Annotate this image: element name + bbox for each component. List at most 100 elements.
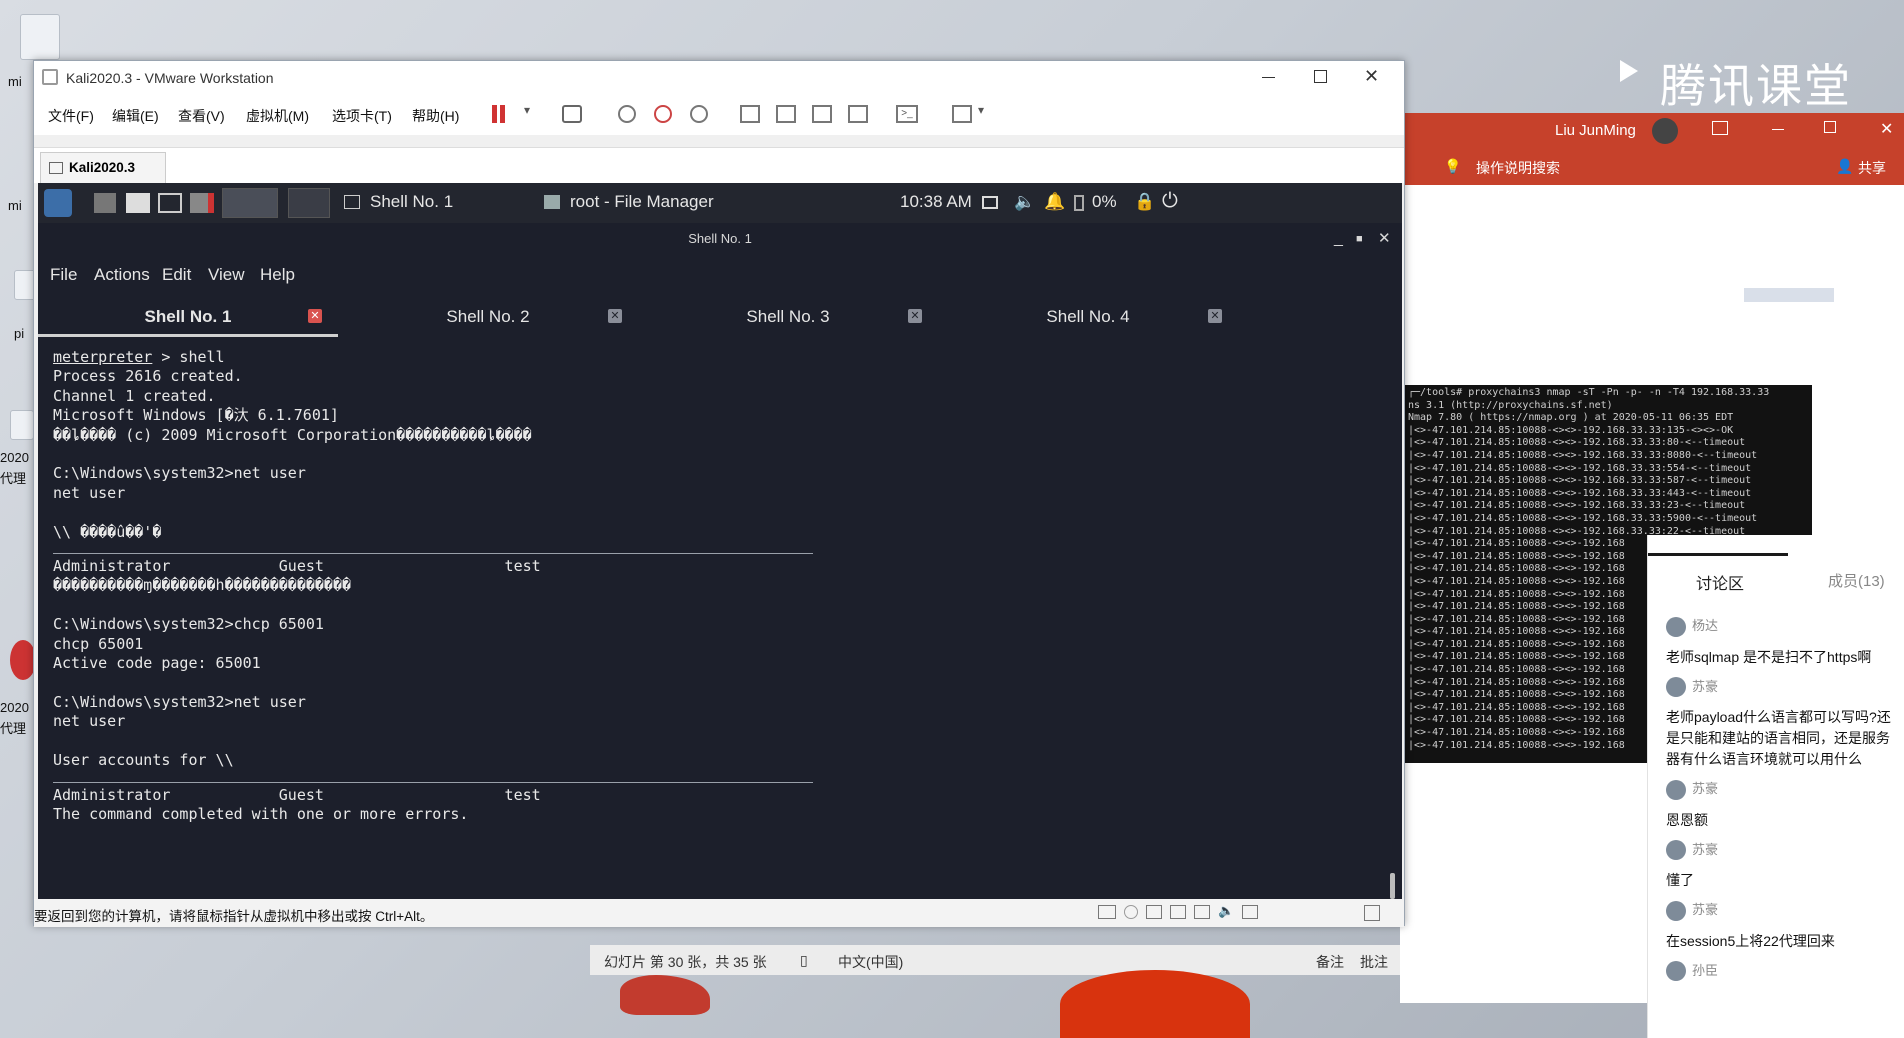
minimize-icon[interactable] <box>1262 77 1275 78</box>
maximize-icon[interactable]: ■ <box>1356 223 1363 255</box>
menu-view[interactable]: View <box>208 265 245 285</box>
hard-disk-icon[interactable] <box>1098 905 1116 919</box>
vm-icon <box>49 162 63 174</box>
vmware-tabbar: Kali2020.3 <box>34 147 1404 184</box>
desktop-file-icon[interactable] <box>20 14 60 60</box>
language-status[interactable]: 中文(中国) <box>838 952 903 972</box>
maximize-icon[interactable] <box>1824 121 1836 133</box>
minimize-icon[interactable] <box>1772 129 1784 130</box>
sidebar-icon[interactable] <box>740 105 760 123</box>
send-keys-icon[interactable] <box>562 105 582 123</box>
notes-toggle-icon[interactable]: ▯ <box>800 952 808 969</box>
tab-shell-4[interactable]: Shell No. 4 <box>938 297 1238 337</box>
thumbnail-icon[interactable] <box>776 105 796 123</box>
message-author: 苏豪 <box>1666 839 1896 861</box>
revert-snapshot-icon[interactable] <box>654 105 672 123</box>
bell-icon[interactable]: 🔔 <box>1044 192 1065 212</box>
close-tab-icon[interactable]: ✕ <box>608 309 622 323</box>
minimize-icon[interactable]: _ <box>1334 223 1343 255</box>
chevron-down-icon[interactable]: ▾ <box>978 103 984 117</box>
lock-icon[interactable]: 🔒 <box>1134 192 1155 212</box>
tab-shell-2[interactable]: Shell No. 2 <box>338 297 638 337</box>
workspace-1-button[interactable] <box>222 188 278 218</box>
ppt-search[interactable]: 操作说明搜索 <box>1476 158 1560 178</box>
menu-tabs[interactable]: 选项卡(T) <box>332 106 392 126</box>
nmap-output-line: |<>-47.101.214.85:10088-<><>-192.168.33.… <box>1408 437 1746 449</box>
notes-button[interactable]: 备注 <box>1316 952 1344 972</box>
terminal-icon[interactable] <box>158 193 182 213</box>
ribbon-display-icon[interactable] <box>1712 121 1728 135</box>
desktop-icon-label: pi <box>14 326 25 341</box>
snapshot-manager-icon[interactable] <box>690 105 708 123</box>
nmap-output-line: |<>-47.101.214.85:10088-<><>-192.168.33.… <box>1408 512 1758 524</box>
taskbar-file-manager[interactable]: root - File Manager <box>570 192 714 212</box>
power-icon[interactable]: ⏻ <box>1162 190 1178 213</box>
message-author: 孙臣 <box>1666 960 1896 982</box>
unity-icon[interactable] <box>848 105 868 123</box>
snapshot-icon[interactable] <box>618 105 636 123</box>
close-tab-icon[interactable]: ✕ <box>308 309 322 323</box>
desktop-icon-label: mi <box>8 198 22 213</box>
maximize-icon[interactable] <box>1314 70 1327 83</box>
battery-icon[interactable] <box>1074 195 1084 211</box>
sound-icon[interactable]: 🔈 <box>1218 903 1234 919</box>
list-item: 苏豪 老师payload什么语言都可以写吗?还是只能和建站的语言相同，还是服务器有… <box>1666 676 1896 771</box>
usb-icon[interactable] <box>1194 905 1210 919</box>
console-icon[interactable]: >_ <box>896 105 918 123</box>
browser-icon[interactable] <box>190 193 214 213</box>
avatar[interactable] <box>1652 118 1678 144</box>
close-icon[interactable]: ✕ <box>1364 66 1379 87</box>
tab-shell-3[interactable]: Shell No. 3 <box>638 297 938 337</box>
user-list: Administrator Guest test <box>53 557 541 576</box>
workspace-2-button[interactable] <box>288 188 330 218</box>
printer-icon[interactable] <box>1242 905 1258 919</box>
tab-members[interactable]: 成员(13) <box>1828 570 1885 591</box>
clock[interactable]: 10:38 AM <box>900 192 972 212</box>
menu-file[interactable]: File <box>50 265 77 285</box>
stretch-icon[interactable] <box>952 105 972 123</box>
menu-actions[interactable]: Actions <box>94 265 150 285</box>
tab-kali[interactable]: Kali2020.3 <box>40 152 166 184</box>
share-button[interactable]: 共享 <box>1858 158 1886 178</box>
taskbar-shell[interactable]: Shell No. 1 <box>370 192 453 212</box>
message-author: 杨达 <box>1666 615 1896 637</box>
volume-icon[interactable]: 🔈 <box>1014 192 1035 212</box>
pause-icon[interactable] <box>492 105 497 123</box>
author-name: 苏豪 <box>1692 841 1719 857</box>
vmware-window: Kali2020.3 - VMware Workstation ✕ 文件(F) … <box>33 60 1405 927</box>
desktop-file-icon[interactable] <box>10 410 34 440</box>
chevron-down-icon[interactable]: ▾ <box>524 103 530 117</box>
terminal-output[interactable]: meterpreter > shell Process 2616 created… <box>38 343 1402 899</box>
ppt-user-name[interactable]: Liu JunMing <box>1555 122 1636 139</box>
menu-file[interactable]: 文件(F) <box>48 106 94 126</box>
vmware-titlebar[interactable]: Kali2020.3 - VMware Workstation ✕ <box>34 61 1404 95</box>
menu-edit[interactable]: Edit <box>162 265 191 285</box>
menu-view[interactable]: 查看(V) <box>178 106 225 126</box>
scrollbar[interactable] <box>1390 873 1395 899</box>
menu-vm[interactable]: 虚拟机(M) <box>246 106 309 126</box>
menu-edit[interactable]: 编辑(E) <box>112 106 159 126</box>
tab-shell-1[interactable]: Shell No. 1 <box>38 297 338 337</box>
author-name: 苏豪 <box>1692 781 1719 797</box>
network-icon[interactable] <box>1146 905 1162 919</box>
terminal-titlebar[interactable]: Shell No. 1 _ ■ ✕ <box>38 223 1402 255</box>
avatar <box>1666 616 1686 637</box>
close-tab-icon[interactable]: ✕ <box>908 309 922 323</box>
file-manager-icon[interactable] <box>126 193 150 213</box>
close-icon[interactable]: ✕ <box>1378 223 1391 255</box>
close-icon[interactable]: ✕ <box>1880 119 1893 139</box>
fullscreen-icon[interactable] <box>812 105 832 123</box>
network-icon-2[interactable] <box>1170 905 1186 919</box>
kali-menu-icon[interactable] <box>44 189 72 217</box>
close-tab-icon[interactable]: ✕ <box>1208 309 1222 323</box>
cd-icon[interactable] <box>1124 905 1138 919</box>
message-icon[interactable] <box>1364 905 1380 921</box>
divider <box>53 542 813 555</box>
display-icon[interactable] <box>982 196 998 209</box>
comments-button[interactable]: 批注 <box>1360 952 1388 972</box>
show-desktop-icon[interactable] <box>94 193 116 213</box>
tab-discussion[interactable]: 讨论区 <box>1696 570 1744 594</box>
menu-help[interactable]: 帮助(H) <box>412 106 459 126</box>
menu-help[interactable]: Help <box>260 265 295 285</box>
slide-status: 幻灯片 第 30 张，共 35 张 <box>604 954 767 970</box>
